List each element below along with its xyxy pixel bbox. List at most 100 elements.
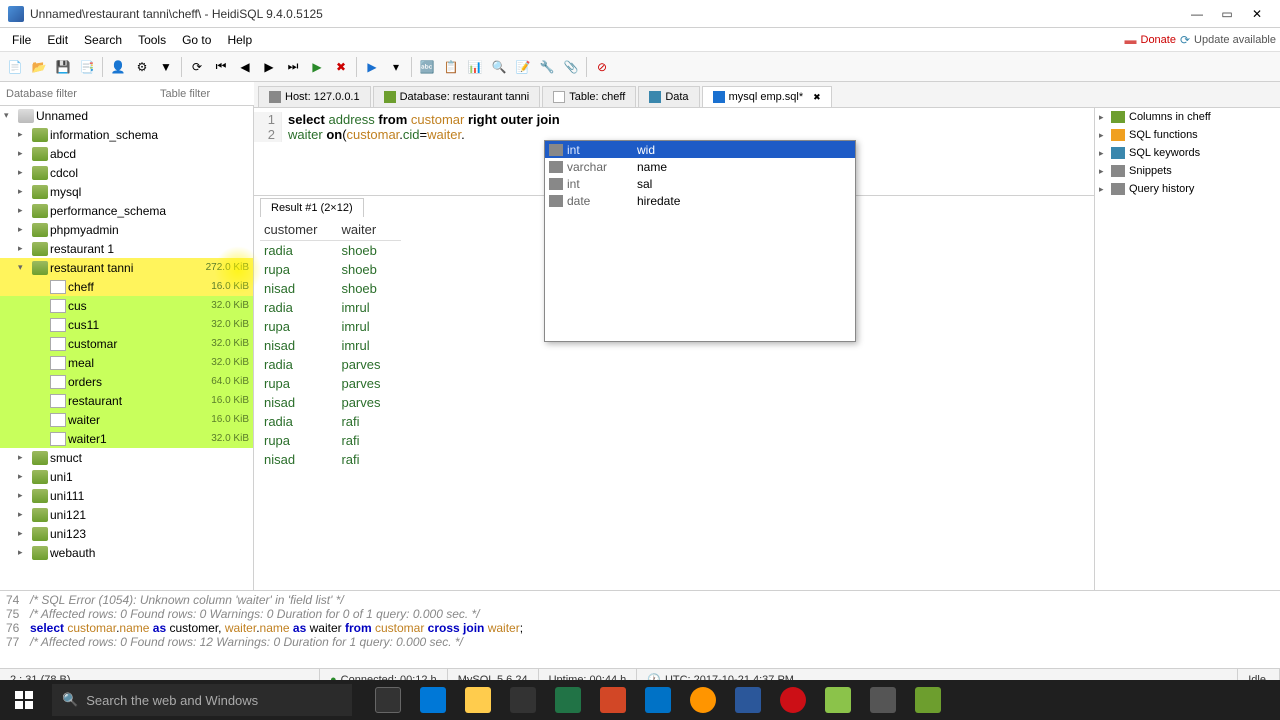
tb-more1[interactable]: ▾	[385, 56, 407, 78]
menu-edit[interactable]: Edit	[39, 31, 76, 49]
result-tab[interactable]: Result #1 (2×12)	[260, 198, 364, 217]
task-view[interactable]	[366, 680, 410, 720]
start-button[interactable]	[0, 680, 48, 720]
tree-db[interactable]: ▸abcd	[0, 144, 253, 163]
result-row[interactable]: rupaparves	[260, 374, 401, 393]
tree-db[interactable]: ▸uni1	[0, 467, 253, 486]
result-row[interactable]: rupashoeb	[260, 260, 401, 279]
tree-db[interactable]: ▸information_schema	[0, 125, 253, 144]
tb-refresh[interactable]: ⟳	[186, 56, 208, 78]
tab-host[interactable]: Host: 127.0.0.1	[258, 86, 371, 107]
app-heidisql[interactable]	[906, 680, 950, 720]
tree-server[interactable]: ▾Unnamed	[0, 106, 253, 125]
tb-stop[interactable]: ✖	[330, 56, 352, 78]
tree-db[interactable]: ▸restaurant 1	[0, 239, 253, 258]
app-opera[interactable]	[771, 680, 815, 720]
tree-table[interactable]: cheff16.0 KiB	[0, 277, 253, 296]
menu-search[interactable]: Search	[76, 31, 130, 49]
tree-db[interactable]: ▸cdcol	[0, 163, 253, 182]
tb-next[interactable]: ▶	[258, 56, 280, 78]
result-row[interactable]: nisadshoeb	[260, 279, 401, 298]
result-row[interactable]: radiaparves	[260, 355, 401, 374]
tb-b[interactable]: 📋	[440, 56, 462, 78]
tree-db[interactable]: ▸smuct	[0, 448, 253, 467]
app-excel[interactable]	[546, 680, 590, 720]
autocomplete-item[interactable]: datehiredate	[545, 192, 855, 209]
rightpanel-item[interactable]: ▸Snippets	[1095, 162, 1280, 180]
tree-db[interactable]: ▸mysql	[0, 182, 253, 201]
tb-new[interactable]: 📄	[4, 56, 26, 78]
app-powerpoint[interactable]	[591, 680, 635, 720]
rightpanel-item[interactable]: ▸SQL keywords	[1095, 144, 1280, 162]
autocomplete-item[interactable]: intsal	[545, 175, 855, 192]
tb-first[interactable]: ⏮	[210, 56, 232, 78]
result-row[interactable]: nisadimrul	[260, 336, 401, 355]
tree-db[interactable]: ▸phpmyadmin	[0, 220, 253, 239]
tree-db[interactable]: ▸performance_schema	[0, 201, 253, 220]
tree-db[interactable]: ▸uni123	[0, 524, 253, 543]
app-store[interactable]	[501, 680, 545, 720]
tree-db[interactable]: ▸uni121	[0, 505, 253, 524]
tb-cancel[interactable]: ⊘	[591, 56, 613, 78]
menu-help[interactable]: Help	[219, 31, 260, 49]
result-row[interactable]: rupaimrul	[260, 317, 401, 336]
result-row[interactable]: radiaimrul	[260, 298, 401, 317]
menu-file[interactable]: File	[4, 31, 39, 49]
app-misc2[interactable]	[861, 680, 905, 720]
log-panel[interactable]: 74/* SQL Error (1054): Unknown column 'w…	[0, 590, 1280, 668]
tb-users[interactable]: 👤	[107, 56, 129, 78]
result-header[interactable]: waiter	[337, 219, 400, 241]
tree-table[interactable]: customar32.0 KiB	[0, 334, 253, 353]
result-row[interactable]: nisadrafi	[260, 450, 401, 469]
tree-db[interactable]: ▸webauth	[0, 543, 253, 562]
tb-a[interactable]: 🔤	[416, 56, 438, 78]
tree-table[interactable]: restaurant16.0 KiB	[0, 391, 253, 410]
db-tree[interactable]: ▾Unnamed▸information_schema▸abcd▸cdcol▸m…	[0, 106, 253, 590]
result-header[interactable]: customer	[260, 219, 337, 241]
donate-link[interactable]: Donate	[1141, 34, 1176, 46]
autocomplete-popup[interactable]: intwidvarcharnameintsaldatehiredate	[544, 140, 856, 342]
database-filter-input[interactable]	[0, 82, 154, 105]
tree-table[interactable]: cus32.0 KiB	[0, 296, 253, 315]
tab-data[interactable]: Data	[638, 86, 699, 107]
tree-db[interactable]: ▸uni111	[0, 486, 253, 505]
autocomplete-item[interactable]: varcharname	[545, 158, 855, 175]
menu-goto[interactable]: Go to	[174, 31, 219, 49]
tb-exec[interactable]: ▶	[306, 56, 328, 78]
app-misc1[interactable]	[816, 680, 860, 720]
tree-table[interactable]: cus1132.0 KiB	[0, 315, 253, 334]
taskbar-search[interactable]: 🔍Search the web and Windows	[52, 684, 352, 716]
tb-d[interactable]: 🔍	[488, 56, 510, 78]
tree-table[interactable]: waiter132.0 KiB	[0, 429, 253, 448]
maximize-button[interactable]: ▭	[1212, 4, 1242, 24]
result-row[interactable]: radiarafi	[260, 412, 401, 431]
tb-drop[interactable]: ▼	[155, 56, 177, 78]
tb-c[interactable]: 📊	[464, 56, 486, 78]
app-explorer[interactable]	[456, 680, 500, 720]
tb-save[interactable]: 💾	[52, 56, 74, 78]
result-row[interactable]: ruparafi	[260, 431, 401, 450]
app-outlook[interactable]	[636, 680, 680, 720]
rightpanel-item[interactable]: ▸Columns in cheff	[1095, 108, 1280, 126]
menu-tools[interactable]: Tools	[130, 31, 174, 49]
result-row[interactable]: radiashoeb	[260, 241, 401, 261]
tb-f[interactable]: 🔧	[536, 56, 558, 78]
result-row[interactable]: nisadparves	[260, 393, 401, 412]
autocomplete-item[interactable]: intwid	[545, 141, 855, 158]
update-link[interactable]: Update available	[1194, 34, 1276, 46]
tb-settings[interactable]: ⚙	[131, 56, 153, 78]
app-firefox[interactable]	[681, 680, 725, 720]
tree-table[interactable]: waiter16.0 KiB	[0, 410, 253, 429]
tab-query[interactable]: mysql emp.sql*✖	[702, 86, 832, 107]
tab-database[interactable]: Database: restaurant tanni	[373, 86, 541, 107]
tb-g[interactable]: 📎	[560, 56, 582, 78]
tb-e[interactable]: 📝	[512, 56, 534, 78]
tb-prev[interactable]: ◀	[234, 56, 256, 78]
minimize-button[interactable]: —	[1182, 4, 1212, 24]
tb-open[interactable]: 📂	[28, 56, 50, 78]
rightpanel-item[interactable]: ▸Query history	[1095, 180, 1280, 198]
tree-table[interactable]: orders64.0 KiB	[0, 372, 253, 391]
tb-run[interactable]: ▶	[361, 56, 383, 78]
tab-table[interactable]: Table: cheff	[542, 86, 636, 107]
app-edge[interactable]	[411, 680, 455, 720]
